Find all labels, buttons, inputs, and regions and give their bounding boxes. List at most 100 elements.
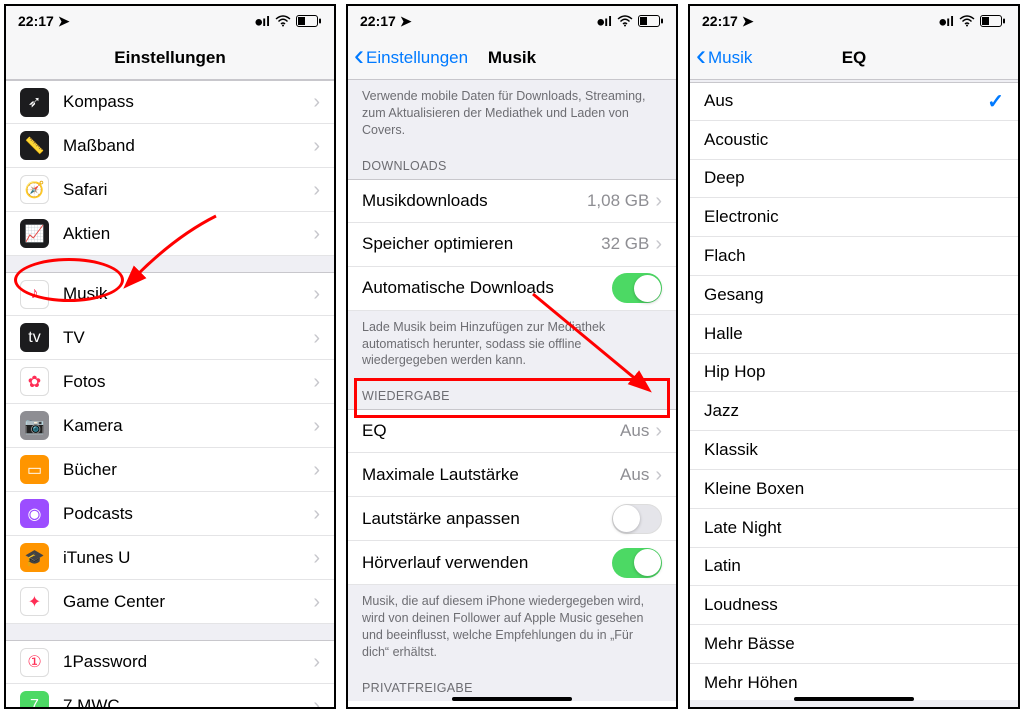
chevron-icon <box>313 180 320 200</box>
app-icon: 7 <box>20 691 49 709</box>
location-icon: ➤ <box>58 13 70 30</box>
settings-row-fotos[interactable]: ✿Fotos <box>6 360 334 404</box>
row-maximale-lautstärke[interactable]: Maximale LautstärkeAus <box>348 453 676 497</box>
settings-row-bücher[interactable]: ▭Bücher <box>6 448 334 492</box>
eq-option-aus[interactable]: Aus <box>690 82 1018 121</box>
eq-option-mehr-höhen[interactable]: Mehr Höhen <box>690 664 1018 700</box>
row-eq[interactable]: EQAus <box>348 409 676 453</box>
page-title: Einstellungen <box>114 48 225 68</box>
back-button[interactable]: Einstellungen <box>354 48 468 68</box>
phone-music-settings: 22:17➤ ⦁ıl Einstellungen Musik Verwende … <box>346 4 678 709</box>
home-indicator[interactable] <box>794 697 914 701</box>
settings-row-kompass[interactable]: ➶Kompass <box>6 80 334 124</box>
settings-row-itunes-u[interactable]: 🎓 iTunes U <box>6 536 334 580</box>
row-lautstärke-anpassen[interactable]: Lautstärke anpassen <box>348 497 676 541</box>
page-title: Musik <box>488 48 536 68</box>
row-label: Speicher optimieren <box>362 234 601 254</box>
signal-icon: ⦁ıl <box>255 13 270 30</box>
eq-option-deep[interactable]: Deep <box>690 160 1018 199</box>
option-label: Klassik <box>704 440 1004 460</box>
downloads-note: Lade Musik beim Hinzufügen zur Mediathek… <box>348 311 676 376</box>
settings-row-aktien[interactable]: 📈Aktien <box>6 212 334 256</box>
settings-row-kamera[interactable]: 📷Kamera <box>6 404 334 448</box>
option-label: Jazz <box>704 401 1004 421</box>
apple-id-row[interactable]: Apple-ID: <box>348 701 676 709</box>
eq-option-hip-hop[interactable]: Hip Hop <box>690 354 1018 393</box>
app-icon: ① <box>20 648 49 677</box>
row-label: Musik <box>63 284 313 304</box>
eq-option-acoustic[interactable]: Acoustic <box>690 121 1018 160</box>
nav-bar: Einstellungen Musik <box>348 36 676 80</box>
row-label: Podcasts <box>63 504 313 524</box>
option-label: Electronic <box>704 207 1004 227</box>
chevron-icon <box>313 652 320 672</box>
row-label: Maximale Lautstärke <box>362 465 620 485</box>
option-label: Kleine Boxen <box>704 479 1004 499</box>
eq-option-gesang[interactable]: Gesang <box>690 276 1018 315</box>
row-label: 1Password <box>63 652 313 672</box>
eq-option-electronic[interactable]: Electronic <box>690 198 1018 237</box>
row-label: EQ <box>362 421 620 441</box>
settings-row-game-center[interactable]: ✦Game Center <box>6 580 334 624</box>
toggle[interactable] <box>612 504 662 534</box>
nav-bar: Einstellungen <box>6 36 334 80</box>
phone-eq-list: 22:17➤ ⦁ıl Musik EQ Aus Acoustic Deep Elect… <box>688 4 1020 709</box>
settings-row-1password[interactable]: ① 1Password <box>6 640 334 684</box>
chevron-icon <box>655 191 662 211</box>
row-automatische-downloads[interactable]: Automatische Downloads <box>348 267 676 311</box>
settings-row-maßband[interactable]: 📏Maßband <box>6 124 334 168</box>
status-right: ⦁ıl <box>255 13 322 30</box>
settings-row-podcasts[interactable]: ◉Podcasts <box>6 492 334 536</box>
app-icon: 📷 <box>20 411 49 440</box>
option-label: Acoustic <box>704 130 1004 150</box>
chevron-icon <box>313 504 320 524</box>
chevron-icon <box>655 465 662 485</box>
battery-icon <box>638 15 664 27</box>
eq-option-kleine-boxen[interactable]: Kleine Boxen <box>690 470 1018 509</box>
row-speicher-optimieren[interactable]: Speicher optimieren32 GB <box>348 223 676 267</box>
chevron-icon <box>313 328 320 348</box>
option-label: Latin <box>704 556 1004 576</box>
settings-row-musik[interactable]: ♪Musik <box>6 272 334 316</box>
row-label: iTunes U <box>63 548 313 568</box>
chevron-icon <box>313 460 320 480</box>
app-icon: 🎓 <box>20 543 49 572</box>
eq-option-flach[interactable]: Flach <box>690 237 1018 276</box>
chevron-icon <box>655 421 662 441</box>
app-icon: ➶ <box>20 88 49 117</box>
status-bar: 22:17➤ ⦁ıl <box>6 6 334 36</box>
option-label: Deep <box>704 168 1004 188</box>
private-header: PRIVATFREIGABE <box>348 667 676 701</box>
row-label: 7 MWC <box>63 696 313 710</box>
row-label: Maßband <box>63 136 313 156</box>
app-icon: 🧭 <box>20 175 49 204</box>
eq-option-latin[interactable]: Latin <box>690 548 1018 587</box>
eq-option-loudness[interactable]: Loudness <box>690 586 1018 625</box>
settings-row-7-mwc[interactable]: 7 7 MWC <box>6 684 334 709</box>
toggle[interactable] <box>612 548 662 578</box>
eq-option-halle[interactable]: Halle <box>690 315 1018 354</box>
chevron-icon <box>313 284 320 304</box>
settings-row-safari[interactable]: 🧭Safari <box>6 168 334 212</box>
row-musikdownloads[interactable]: Musikdownloads1,08 GB <box>348 179 676 223</box>
status-bar: 22:17➤ ⦁ıl <box>690 6 1018 36</box>
settings-row-tv[interactable]: tvTV <box>6 316 334 360</box>
eq-option-late-night[interactable]: Late Night <box>690 509 1018 548</box>
page-title: EQ <box>842 48 867 68</box>
eq-option-klassik[interactable]: Klassik <box>690 431 1018 470</box>
location-icon: ➤ <box>400 13 412 30</box>
chevron-icon <box>655 234 662 254</box>
signal-icon: ⦁ıl <box>597 13 612 30</box>
playback-header: WIEDERGABE <box>348 375 676 409</box>
phone-settings-root: 22:17➤ ⦁ıl Einstellungen ➶Kompass📏Maßban… <box>4 4 336 709</box>
option-label: Late Night <box>704 518 1004 538</box>
nav-bar: Musik EQ <box>690 36 1018 80</box>
home-indicator[interactable] <box>452 697 572 701</box>
eq-option-jazz[interactable]: Jazz <box>690 392 1018 431</box>
location-icon: ➤ <box>742 13 754 30</box>
toggle[interactable] <box>612 273 662 303</box>
back-button[interactable]: Musik <box>696 48 752 68</box>
row-hörverlauf-verwenden[interactable]: Hörverlauf verwenden <box>348 541 676 585</box>
eq-option-mehr-bässe[interactable]: Mehr Bässe <box>690 625 1018 664</box>
row-label: Aktien <box>63 224 313 244</box>
